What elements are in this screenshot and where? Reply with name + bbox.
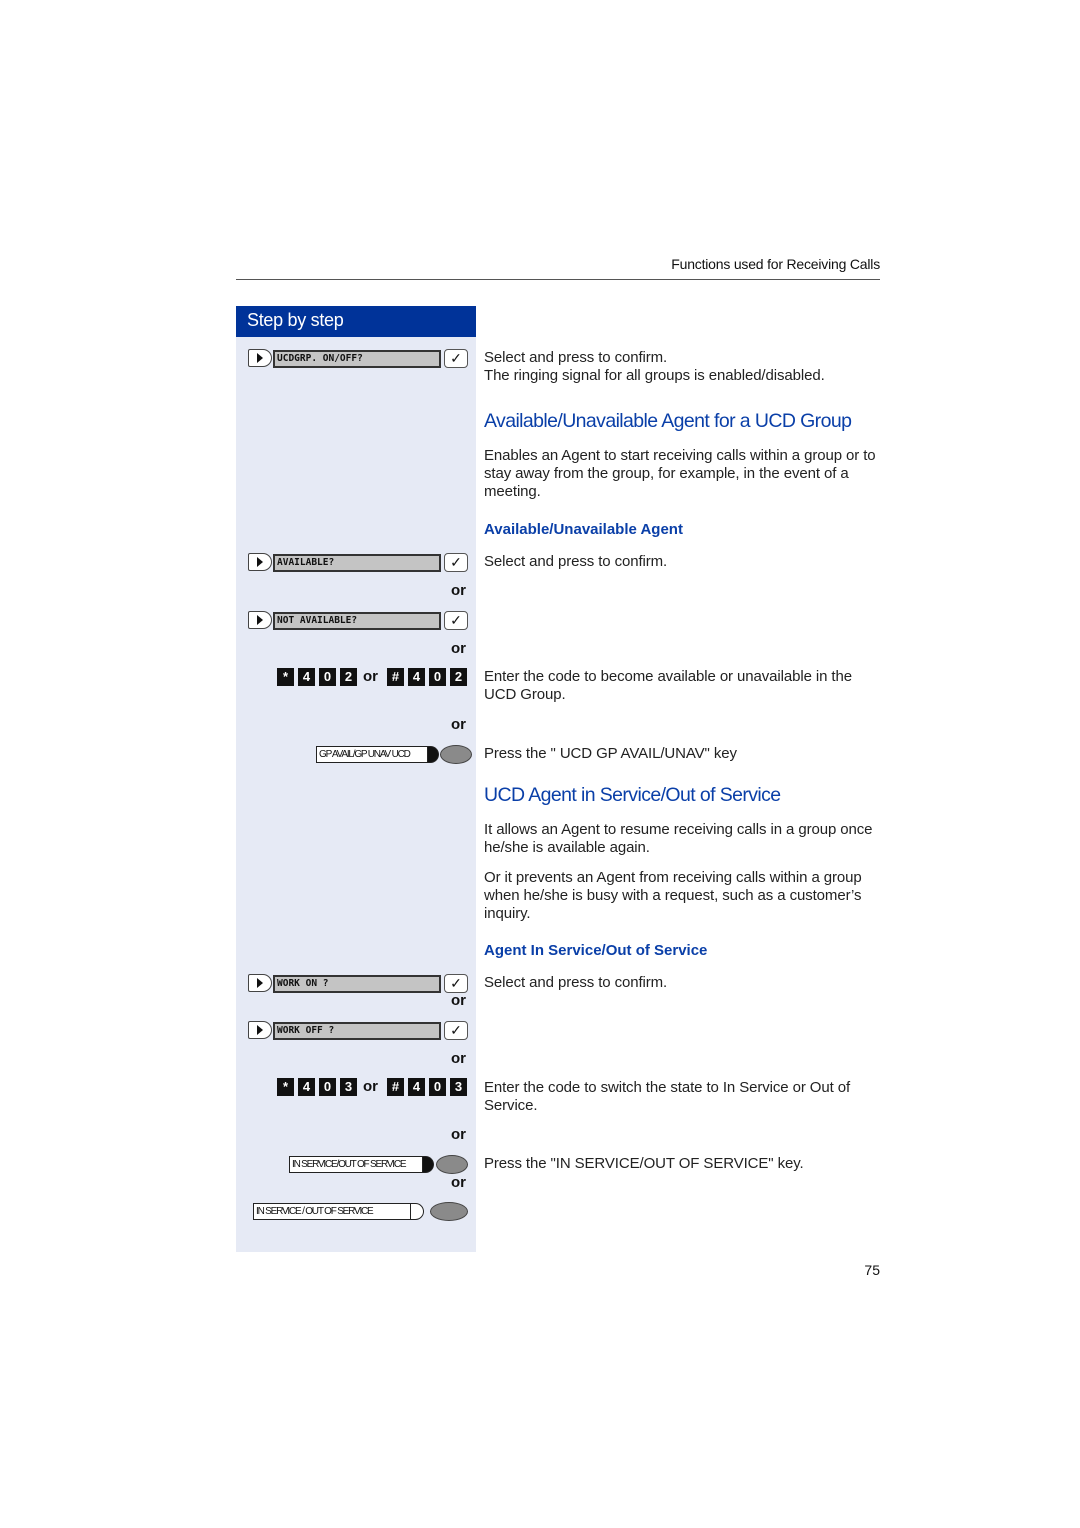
function-key-gp-avail-button[interactable] (440, 745, 472, 764)
service-select-instruction: Select and press to confirm. (484, 974, 668, 991)
or-label: or (451, 1174, 466, 1191)
key-0[interactable]: 0 (429, 668, 446, 686)
function-key-in-service-off-button[interactable] (430, 1202, 468, 1221)
key-4[interactable]: 4 (408, 1078, 425, 1096)
subtitle-in-service: Agent In Service/Out of Service (484, 942, 708, 959)
key-4[interactable]: 4 (408, 668, 425, 686)
key-star[interactable]: * (277, 1078, 294, 1096)
key-hash[interactable]: # (387, 668, 404, 686)
available-key-instruction: Press the " UCD GP AVAIL/UNAV" key (484, 745, 737, 762)
confirm-check-button[interactable]: ✓ (444, 611, 468, 630)
key-4[interactable]: 4 (298, 668, 315, 686)
section2-intro-2: Or it prevents an Agent from receiving c… (484, 869, 862, 923)
confirm-check-button[interactable]: ✓ (444, 974, 468, 993)
function-key-label-in-service-off: IN SERVICE / OUT OF SERVICE (253, 1203, 411, 1220)
section-title-in-service: UCD Agent in Service/Out of Service (484, 784, 781, 806)
display-ucdgrp-on-off: UCDGRP. ON/OFF? (273, 350, 441, 368)
display-work-off: WORK OFF ? (273, 1022, 441, 1040)
display-work-on: WORK ON ? (273, 975, 441, 993)
or-label: or (363, 668, 378, 685)
key-4[interactable]: 4 (298, 1078, 315, 1096)
scroll-arrow-button[interactable] (248, 349, 272, 367)
or-label: or (451, 640, 466, 657)
ucdgrp-description: The ringing signal for all groups is ena… (484, 367, 825, 384)
section1-intro: Enables an Agent to start receiving call… (484, 447, 876, 501)
confirm-check-button[interactable]: ✓ (444, 349, 468, 368)
function-key-label-in-service: IN SERVICE/OUT OF SERVICE (289, 1156, 423, 1173)
section-title-available-agent: Available/Unavailable Agent for a UCD Gr… (484, 410, 852, 432)
key-hash[interactable]: # (387, 1078, 404, 1096)
or-label: or (451, 1126, 466, 1143)
key-3[interactable]: 3 (340, 1078, 357, 1096)
page-number: 75 (864, 1262, 880, 1278)
header-divider (236, 279, 880, 280)
key-2[interactable]: 2 (340, 668, 357, 686)
scroll-arrow-button[interactable] (248, 611, 272, 629)
scroll-arrow-button[interactable] (248, 553, 272, 571)
confirm-check-button[interactable]: ✓ (444, 1021, 468, 1040)
scroll-arrow-button[interactable] (248, 974, 272, 992)
step-by-step-sidebar (236, 306, 476, 1252)
confirm-check-button[interactable]: ✓ (444, 553, 468, 572)
or-label: or (451, 716, 466, 733)
key-0[interactable]: 0 (319, 668, 336, 686)
available-code-instruction: Enter the code to become available or un… (484, 668, 852, 704)
or-label: or (451, 1050, 466, 1067)
running-head: Functions used for Receiving Calls (671, 256, 880, 272)
section2-intro-1: It allows an Agent to resume receiving c… (484, 821, 873, 857)
display-not-available: NOT AVAILABLE? (273, 612, 441, 630)
service-key-instruction: Press the "IN SERVICE/OUT OF SERVICE" ke… (484, 1155, 804, 1172)
or-label: or (451, 582, 466, 599)
key-3[interactable]: 3 (450, 1078, 467, 1096)
function-key-label-gp-avail: GP AVAIL/GP UNAV UCD (316, 746, 428, 763)
key-0[interactable]: 0 (319, 1078, 336, 1096)
display-available: AVAILABLE? (273, 554, 441, 572)
available-select-instruction: Select and press to confirm. (484, 553, 668, 570)
key-0[interactable]: 0 (429, 1078, 446, 1096)
key-star[interactable]: * (277, 668, 294, 686)
key-2[interactable]: 2 (450, 668, 467, 686)
service-code-instruction: Enter the code to switch the state to In… (484, 1079, 851, 1115)
subtitle-available-agent: Available/Unavailable Agent (484, 521, 683, 538)
scroll-arrow-button[interactable] (248, 1021, 272, 1039)
function-key-in-service-button[interactable] (436, 1155, 468, 1174)
sidebar-title: Step by step (247, 310, 344, 330)
ucdgrp-instruction: Select and press to confirm. (484, 349, 668, 366)
or-label: or (451, 992, 466, 1009)
or-label: or (363, 1078, 378, 1095)
